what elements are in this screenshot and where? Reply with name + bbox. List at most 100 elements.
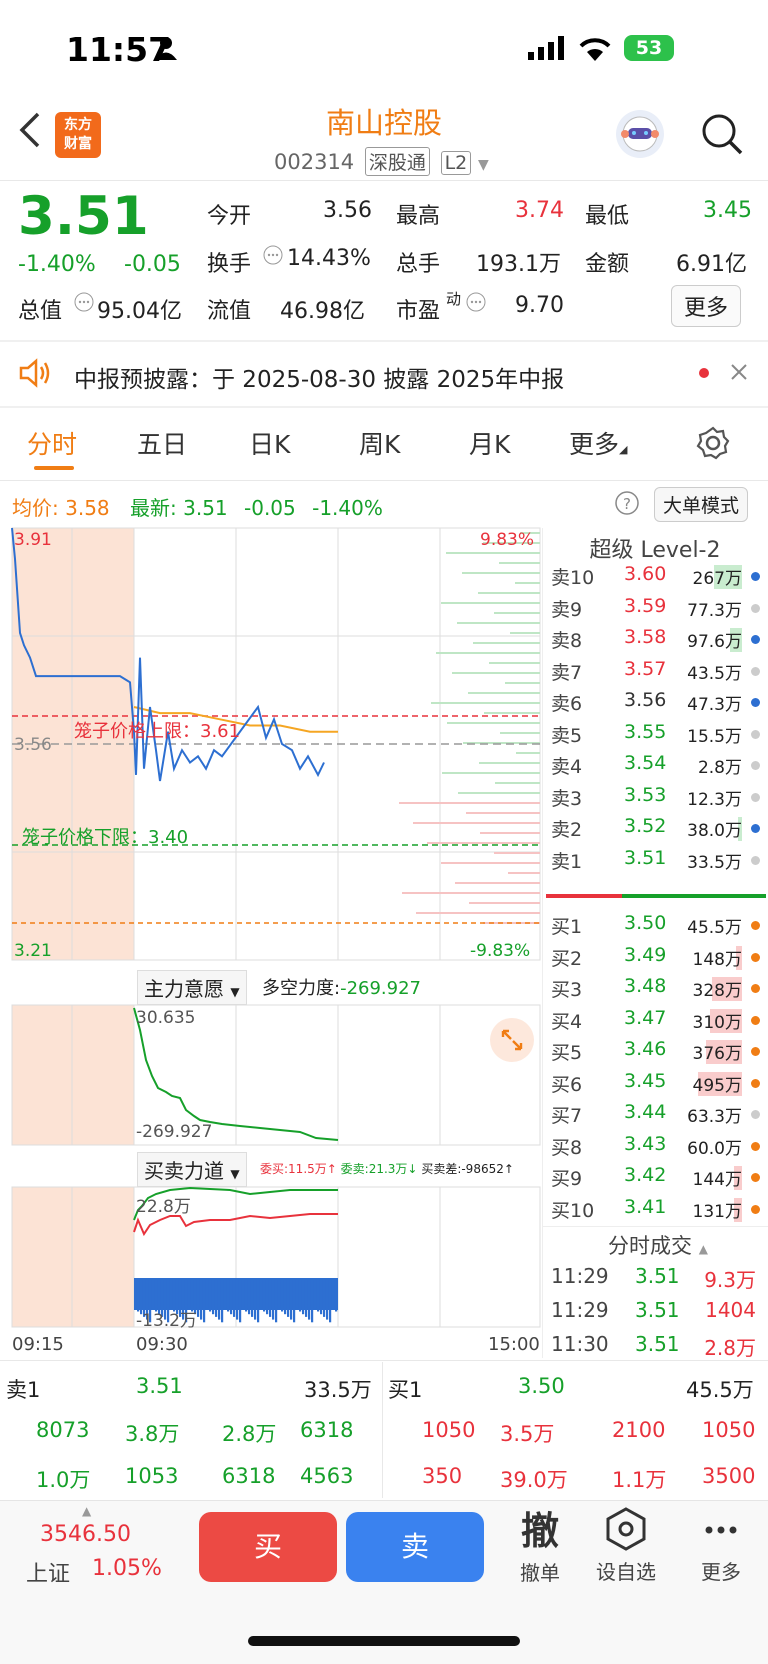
ask-volume: 12.3万 [687, 789, 742, 810]
bid-price: 3.41 [624, 1195, 667, 1218]
indicator1-select[interactable]: 主力意愿 ▼ [137, 970, 247, 1005]
tab-intraday[interactable]: 分时 [27, 425, 77, 461]
queue-buy-cell: 350 [422, 1464, 463, 1488]
diff-bar [311, 1280, 314, 1323]
close-icon[interactable] [729, 362, 749, 386]
bid-label: 买6 [551, 1073, 583, 1096]
more-menu-button[interactable]: 更多 [686, 1506, 756, 1585]
diff-bar [335, 1280, 338, 1312]
queue-sell-vol: 33.5万 [304, 1378, 372, 1402]
buy-button[interactable]: 买 [199, 1512, 337, 1582]
diff-bar [314, 1280, 317, 1309]
bid-price: 3.48 [624, 975, 667, 997]
diff-bar [278, 1280, 281, 1309]
bid-price: 3.46 [624, 1038, 667, 1060]
tick-time: 11:30 [551, 1332, 609, 1356]
bid-depth-bar [427, 842, 540, 844]
ask-volume: 47.3万 [687, 695, 742, 715]
ask-label: 卖4 [551, 756, 583, 778]
notice-text[interactable]: 中报预披露：于 2025-08-30 披露 2025年中报 [74, 360, 564, 394]
ask-volume: 2.8万 [697, 758, 742, 778]
ask-label: 卖2 [551, 819, 583, 841]
tick-volume: 2.8万 [704, 1336, 756, 1360]
expand-icon[interactable] [490, 1018, 534, 1062]
more-quote-button[interactable]: 更多 [671, 285, 742, 327]
diff-bar [293, 1280, 296, 1323]
tick-time: 11:29 [551, 1264, 609, 1288]
turnover-label: 换手 [207, 252, 252, 277]
diff-bar [308, 1280, 311, 1320]
help-icon[interactable]: ? [614, 490, 640, 520]
chevron-down-icon: ▼ [477, 157, 489, 173]
info-icon[interactable] [262, 244, 284, 270]
diff-bar [326, 1280, 329, 1320]
settings-gear-icon[interactable] [696, 426, 730, 464]
wifi-icon [578, 36, 612, 66]
diff-bar [260, 1280, 263, 1309]
top-price-label: 3.91 [14, 530, 52, 550]
ask-depth-bar [436, 652, 540, 654]
bid-volume: 131万 [692, 1201, 742, 1222]
ticks-title[interactable]: 分时成交 ▲ [608, 1230, 708, 1260]
info-icon[interactable] [465, 291, 487, 317]
volume-label: 总手 [396, 252, 441, 277]
float-value: 46.98亿 [280, 299, 365, 324]
index-pct: 1.05% [92, 1556, 162, 1581]
ask-depth-bar [442, 772, 540, 774]
watchlist-label: 设自选 [596, 1560, 656, 1584]
tab-5day[interactable]: 五日 [137, 425, 187, 461]
queue-buy-cell: 1050 [422, 1418, 476, 1442]
speaker-icon [18, 358, 52, 392]
bid-volume: 148万 [692, 949, 742, 970]
bid-label: 买3 [551, 979, 583, 1001]
order-dot [751, 1015, 760, 1025]
search-icon[interactable] [700, 112, 744, 160]
diff-bar [152, 1280, 155, 1309]
dropdown-icon: ▼ [230, 1167, 240, 1181]
more-dots-icon [705, 1526, 737, 1534]
ask-depth-bar [515, 582, 540, 584]
amount-label: 金额 [585, 252, 630, 277]
queue-sell-cell: 8073 [36, 1418, 90, 1442]
order-dot [751, 1047, 760, 1056]
amount-value: 6.91亿 [676, 252, 747, 277]
ind1-bottom-label: -269.927 [136, 1122, 213, 1142]
ask-depth-bar [495, 782, 540, 784]
hexagon-icon [606, 1507, 646, 1551]
big-order-mode-button[interactable]: 大单模式 [654, 487, 749, 522]
add-watchlist-button[interactable]: 设自选 [586, 1506, 666, 1585]
order-dot [751, 855, 760, 865]
index-value[interactable]: 3546.50 [40, 1522, 131, 1547]
indicator2-select[interactable]: 买卖力道 ▼ [137, 1152, 247, 1187]
bid-label: 买8 [551, 1136, 583, 1159]
cancel-order-button[interactable]: 撤 撤单 [506, 1500, 574, 1586]
tab-weekly[interactable]: 周K [359, 425, 400, 461]
queue-buy-cell: 1050 [702, 1418, 756, 1442]
diff-bar [206, 1280, 209, 1309]
intraday-chart[interactable] [0, 520, 542, 1360]
sell-button[interactable]: 卖 [346, 1512, 484, 1582]
ind2-top-label: 22.8万 [136, 1197, 191, 1217]
signal-icon [528, 36, 566, 64]
bid-label: 买9 [551, 1168, 583, 1190]
caret-up-icon[interactable]: ▲ [82, 1504, 91, 1518]
stock-code-line[interactable]: 002314 深股通 L2 ▼ [274, 147, 489, 176]
tab-daily[interactable]: 日K [249, 425, 290, 461]
tab-more[interactable]: 更多◢ [569, 425, 627, 461]
bid-price: 3.43 [624, 1132, 667, 1155]
tab-monthly[interactable]: 月K [469, 425, 510, 461]
robot-avatar[interactable] [616, 110, 664, 158]
queue-sell-cell: 3.8万 [125, 1422, 180, 1446]
ask-depth-bar [458, 792, 540, 794]
diff-bar [245, 1280, 248, 1312]
ind2-bottom-label: -13.2万 [136, 1311, 197, 1331]
ask-bid-divider-green [622, 894, 766, 898]
prev-close-label: 3.56 [14, 735, 52, 755]
info-icon[interactable] [73, 291, 95, 317]
open-label: 今开 [207, 204, 252, 229]
level2-title: 超级 Level-2 [589, 538, 721, 563]
top-pct-label: 9.83% [480, 530, 535, 550]
latest-value: 3.51 [183, 496, 228, 520]
bid-price: 3.45 [624, 1069, 667, 1092]
ask-price: 3.59 [624, 594, 667, 617]
